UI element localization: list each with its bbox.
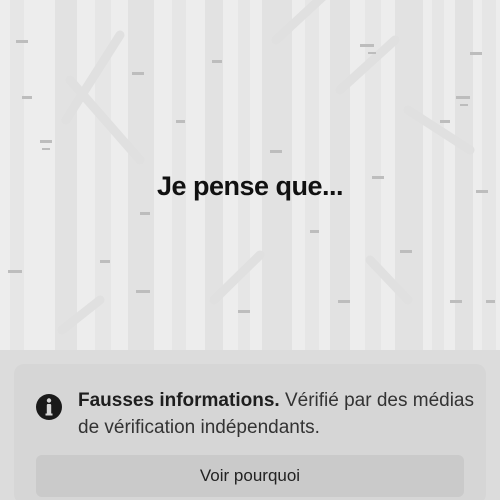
see-why-button[interactable]: Voir pourquoi <box>36 455 464 497</box>
post-text: Je pense que... <box>156 171 344 201</box>
post-image: Je pense que... <box>0 0 500 350</box>
warning-card: Fausses informations. Vérifié par des mé… <box>14 364 486 500</box>
false-information-warning: Fausses informations. Vérifié par des mé… <box>0 350 500 500</box>
warning-message: Fausses informations. Vérifié par des mé… <box>78 387 478 441</box>
info-icon <box>36 394 62 420</box>
fact-check-screen: Je pense que... Fausses informations. Vé… <box>0 0 500 500</box>
warning-title: Fausses informations. <box>78 390 280 411</box>
